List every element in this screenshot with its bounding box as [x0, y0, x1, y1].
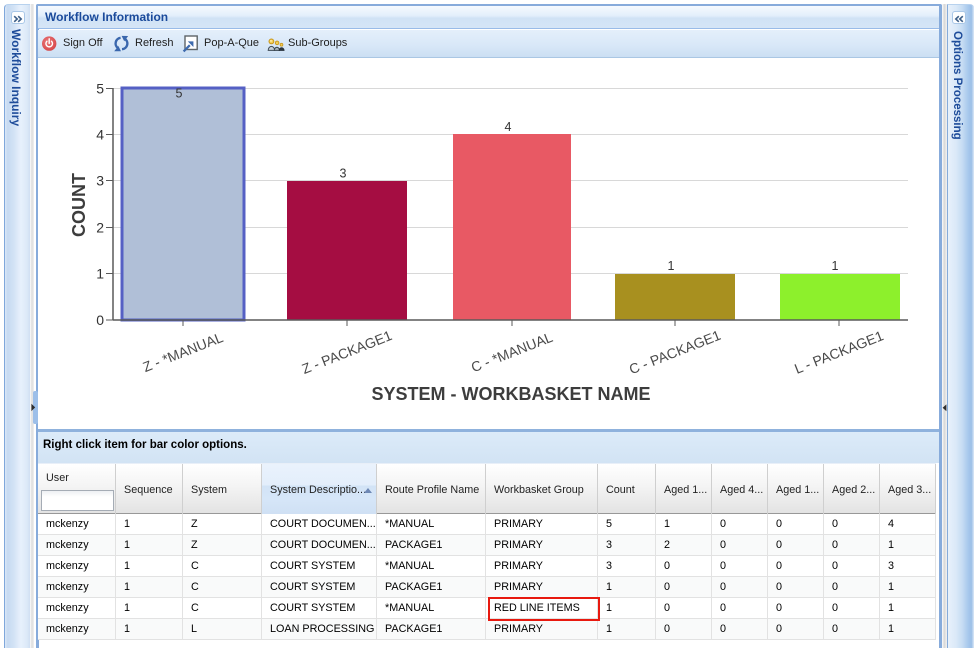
- svg-text:1: 1: [668, 259, 675, 273]
- svg-text:5: 5: [96, 81, 104, 97]
- svg-text:5: 5: [176, 87, 183, 101]
- svg-text:C - *MANUAL: C - *MANUAL: [469, 329, 555, 376]
- svg-text:SYSTEM - WORKBASKET NAME: SYSTEM - WORKBASKET NAME: [372, 384, 651, 404]
- svg-text:4: 4: [96, 127, 104, 143]
- svg-text:Z - PACKAGE1: Z - PACKAGE1: [299, 327, 394, 377]
- svg-text:1: 1: [832, 259, 839, 273]
- svg-text:0: 0: [96, 312, 104, 328]
- svg-text:3: 3: [96, 173, 104, 189]
- svg-text:Z - *MANUAL: Z - *MANUAL: [140, 329, 225, 375]
- svg-text:C - PACKAGE1: C - PACKAGE1: [627, 327, 723, 378]
- svg-text:4: 4: [505, 120, 512, 134]
- svg-text:COUNT: COUNT: [69, 173, 89, 237]
- svg-text:3: 3: [340, 167, 347, 181]
- svg-text:L - PACKAGE1: L - PACKAGE1: [792, 327, 886, 376]
- svg-text:1: 1: [96, 266, 104, 282]
- svg-text:2: 2: [96, 220, 104, 236]
